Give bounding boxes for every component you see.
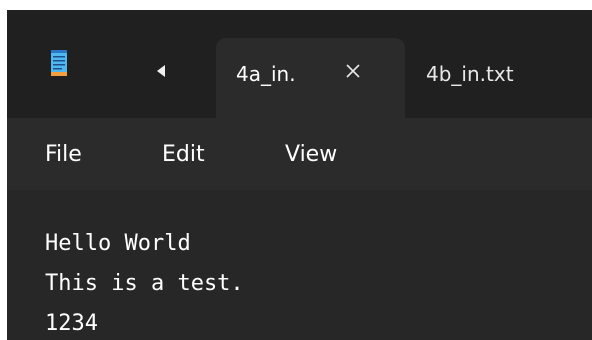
title-bar: 4a_in. 4b_in.txt xyxy=(7,10,592,118)
menu-view[interactable]: View xyxy=(285,142,337,167)
menu-bar: File Edit View xyxy=(7,118,592,190)
menu-edit[interactable]: Edit xyxy=(162,142,205,167)
editor-line: Hello World xyxy=(45,231,191,256)
tab-4a-in[interactable]: 4a_in. xyxy=(216,38,405,118)
notepad-window: 4a_in. 4b_in.txt File Edit View Hello Wo… xyxy=(7,10,592,340)
text-editor[interactable]: Hello World This is a test. 1234 xyxy=(7,190,592,340)
menu-file[interactable]: File xyxy=(45,142,82,167)
editor-line: This is a test. xyxy=(45,271,244,296)
notepad-icon xyxy=(51,50,67,76)
close-icon[interactable] xyxy=(342,60,364,82)
tab-4b-in-txt[interactable]: 4b_in.txt xyxy=(426,62,514,86)
tab-label: 4a_in. xyxy=(236,62,296,86)
scroll-tabs-left-icon[interactable] xyxy=(157,65,165,77)
editor-line: 1234 xyxy=(45,311,98,336)
